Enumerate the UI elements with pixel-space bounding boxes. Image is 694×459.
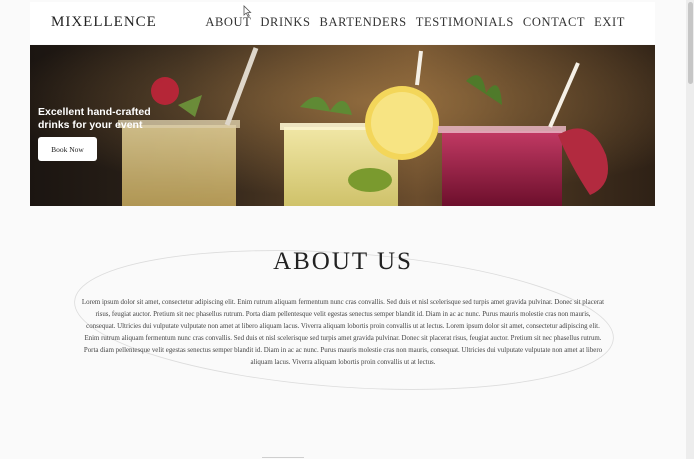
nav-link-testimonials[interactable]: TESTIMONIALS [416,15,514,30]
mouse-pointer-icon [243,5,252,17]
book-now-button[interactable]: Book Now [38,137,97,161]
nav-link-drinks[interactable]: DRINKS [260,15,310,30]
hero-headline: Excellent hand-crafted drinks for your e… [38,106,151,131]
about-paragraph: Lorem ipsum dolor sit amet, consectetur … [81,299,605,366]
page: MIXELLENCE ABOUT DRINKS BARTENDERS TESTI… [0,0,686,459]
nav-link-contact[interactable]: CONTACT [523,15,585,30]
section-divider [262,457,304,458]
nav-link-about[interactable]: ABOUT [205,15,251,30]
nav-link-bartenders[interactable]: BARTENDERS [320,15,407,30]
main-menu: ABOUT DRINKS BARTENDERS TESTIMONIALS CON… [205,15,625,30]
page-scrollbar[interactable] [686,0,694,459]
nav-link-exit[interactable]: EXIT [594,15,625,30]
about-heading: ABOUT US [273,248,413,275]
scrollbar-thumb[interactable] [688,2,693,84]
hero-banner: Excellent hand-crafted drinks for your e… [30,45,655,206]
brand-logo[interactable]: MIXELLENCE [51,14,157,31]
top-navbar: MIXELLENCE ABOUT DRINKS BARTENDERS TESTI… [30,2,655,44]
